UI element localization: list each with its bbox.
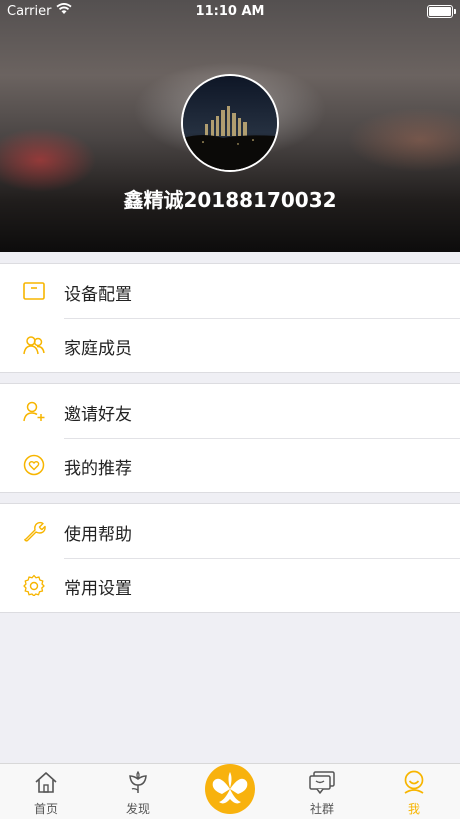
center-logo-icon xyxy=(212,772,248,804)
menu-item-settings[interactable]: 常用设置 xyxy=(0,558,460,612)
tab-home[interactable]: 首页 xyxy=(0,764,92,819)
family-members-icon xyxy=(23,336,45,355)
menu-item-label: 我的推荐 xyxy=(64,459,132,479)
menu-item-label: 家庭成员 xyxy=(64,339,132,359)
status-bar: Carrier 11:10 AM xyxy=(0,0,460,24)
tab-community[interactable]: 社群 xyxy=(276,764,368,819)
me-smile-icon xyxy=(404,770,424,794)
menu-section-social: 邀请好友 我的推荐 xyxy=(0,383,460,493)
wrench-icon xyxy=(24,521,46,542)
home-icon xyxy=(35,772,57,793)
tab-label: 首页 xyxy=(33,802,58,816)
battery-icon xyxy=(427,5,456,18)
discover-flower-icon xyxy=(129,770,147,793)
menu-item-invite-friends[interactable]: 邀请好友 xyxy=(0,384,460,438)
tab-label: 我 xyxy=(407,802,420,816)
tab-label: 社群 xyxy=(309,802,334,816)
tab-discover[interactable]: 发现 xyxy=(92,764,184,819)
gear-icon xyxy=(23,574,45,596)
menu-item-label: 设备配置 xyxy=(64,285,132,305)
menu-section-help: 使用帮助 常用设置 xyxy=(0,503,460,613)
community-chat-icon xyxy=(309,771,335,794)
center-home-button[interactable] xyxy=(205,764,255,814)
tab-me[interactable]: 我 xyxy=(368,764,460,819)
add-friend-icon xyxy=(23,401,45,422)
heart-circle-icon xyxy=(23,454,45,476)
menu-section-device: 设备配置 家庭成员 xyxy=(0,263,460,373)
menu-item-my-recommendations[interactable]: 我的推荐 xyxy=(0,438,460,492)
menu-item-label: 邀请好友 xyxy=(64,405,132,425)
device-box-icon xyxy=(23,282,45,300)
username: 鑫精诚20188170032 xyxy=(123,188,337,212)
tab-label: 发现 xyxy=(125,802,150,816)
menu-item-label: 常用设置 xyxy=(64,579,132,599)
menu-item-label: 使用帮助 xyxy=(64,525,132,545)
avatar-image xyxy=(183,76,277,170)
status-time: 11:10 AM xyxy=(195,4,265,19)
avatar[interactable] xyxy=(181,74,279,172)
profile-header: Carrier 11:10 AM 鑫精诚20188170032 xyxy=(0,0,460,252)
menu-item-family-members[interactable]: 家庭成员 xyxy=(0,318,460,372)
menu-item-device-config[interactable]: 设备配置 xyxy=(0,264,460,318)
menu-item-help[interactable]: 使用帮助 xyxy=(0,504,460,558)
